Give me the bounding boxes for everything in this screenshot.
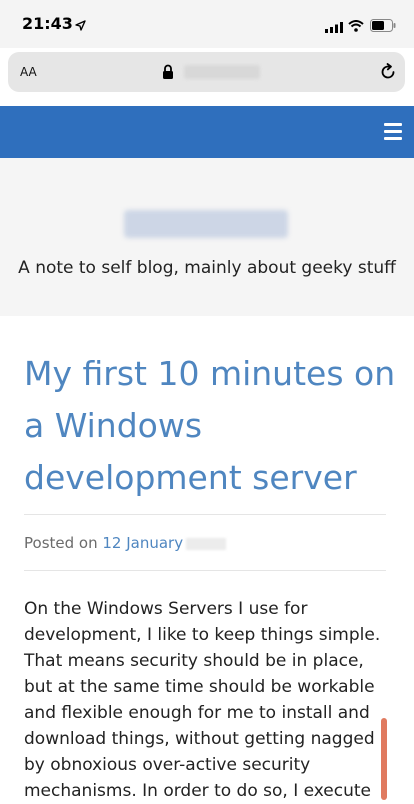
url-redacted[interactable] bbox=[184, 65, 260, 79]
address-bar[interactable]: AA bbox=[8, 52, 405, 92]
site-navigation-bar bbox=[0, 106, 414, 158]
post-title[interactable]: My first 10 minutes on a Windows develop… bbox=[24, 348, 396, 504]
wifi-icon bbox=[348, 17, 364, 36]
signal-icon bbox=[325, 18, 343, 37]
location-arrow-icon bbox=[75, 16, 86, 35]
post-meta: Posted on 12 January bbox=[24, 534, 227, 552]
lock-icon bbox=[162, 64, 174, 83]
status-bar: 21:43 bbox=[0, 0, 414, 48]
post-date-link[interactable]: 12 January bbox=[102, 534, 183, 552]
posted-on-label: Posted on bbox=[24, 534, 98, 552]
scroll-indicator[interactable] bbox=[381, 718, 387, 800]
site-header: A note to self blog, mainly about geeky … bbox=[0, 158, 414, 316]
divider bbox=[24, 514, 386, 515]
site-title-redacted[interactable] bbox=[124, 210, 288, 238]
reload-icon[interactable] bbox=[378, 62, 398, 86]
text-size-label: AA bbox=[20, 65, 37, 79]
site-tagline: A note to self blog, mainly about geeky … bbox=[18, 258, 396, 278]
text-size-button[interactable]: AA bbox=[20, 61, 37, 81]
status-time: 21:43 bbox=[22, 14, 73, 33]
post-body: On the Windows Servers I use for develop… bbox=[24, 599, 381, 801]
battery-icon bbox=[370, 17, 396, 36]
hamburger-menu-icon[interactable] bbox=[384, 123, 402, 144]
post-year-redacted bbox=[186, 537, 227, 550]
divider bbox=[24, 570, 386, 571]
